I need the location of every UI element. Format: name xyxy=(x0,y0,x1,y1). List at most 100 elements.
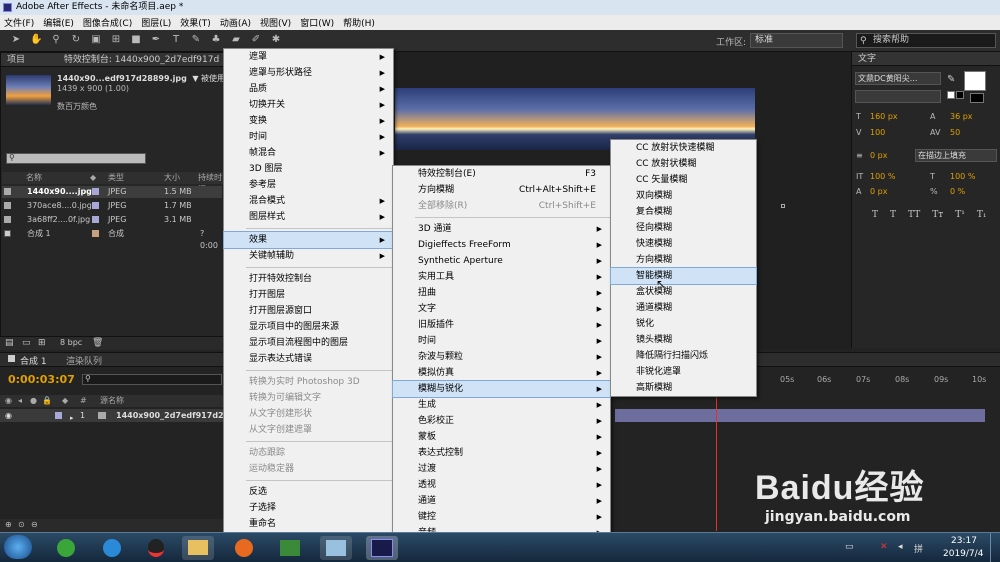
subscript-button[interactable]: T₁ xyxy=(977,210,987,220)
blur-menu-item-1[interactable]: CC 放射状模糊 xyxy=(611,156,756,172)
tab-composition[interactable]: 合成 1 xyxy=(20,354,47,367)
clock-time[interactable]: 23:17 xyxy=(951,536,977,546)
visibility-icon[interactable]: ◉ xyxy=(5,409,12,422)
layer-menu-item-5[interactable]: 时间 ▶ xyxy=(224,129,393,145)
effects-menu-item-8[interactable]: 扭曲 ▶ xyxy=(393,285,610,301)
toggle-modes-icon[interactable]: ⊙ xyxy=(18,520,25,529)
taskbar-firefox[interactable] xyxy=(228,536,260,560)
effects-menu-item-18[interactable]: 表达式控制 ▶ xyxy=(393,445,610,461)
tray-icon[interactable]: ▭ xyxy=(845,542,854,552)
layer-menu-item-3[interactable]: 切换开关 ▶ xyxy=(224,97,393,113)
taskbar-app[interactable] xyxy=(320,536,352,560)
menu-window[interactable]: 窗口(W) xyxy=(300,16,334,29)
effects-menu-item-1[interactable]: 方向模糊 Ctrl+Alt+Shift+E xyxy=(393,182,610,198)
taskbar-qq[interactable] xyxy=(140,536,172,560)
rotate-tool-icon[interactable]: ↻ xyxy=(70,34,82,46)
effects-menu-item-4[interactable]: 3D 通道 ▶ xyxy=(393,221,610,237)
clock-date[interactable]: 2019/7/4 xyxy=(943,549,983,559)
network-icon[interactable]: ✕ xyxy=(880,542,888,552)
effects-menu-item-15[interactable]: 生成 ▶ xyxy=(393,397,610,413)
effects-menu-item-17[interactable]: 蒙板 ▶ xyxy=(393,429,610,445)
hand-tool-icon[interactable]: ✋ xyxy=(30,34,42,46)
taskbar-video-editor[interactable] xyxy=(274,536,306,560)
eyedropper-icon[interactable]: ✎ xyxy=(947,74,955,85)
tracking-value[interactable]: 50 xyxy=(950,128,960,137)
show-desktop-button[interactable] xyxy=(990,533,1000,562)
puppet-pin-tool-icon[interactable]: ✱ xyxy=(270,34,282,46)
horizontal-scale-value[interactable]: 100 % xyxy=(950,172,975,181)
blur-menu-item-11[interactable]: 锐化 xyxy=(611,316,756,332)
layer-menu-item-19[interactable]: 显示项目流程图中的图层 xyxy=(224,335,393,351)
layer-menu-item-18[interactable]: 显示项目中的图层来源 xyxy=(224,319,393,335)
vertical-scale-value[interactable]: 100 % xyxy=(870,172,895,181)
stroke-style-select[interactable]: 在描边上填充 xyxy=(915,149,997,162)
layer-row[interactable]: ◉ ▸ 1 1440x900_2d7edf917d28 xyxy=(0,409,229,422)
layer-menu-item-2[interactable]: 品质 ▶ xyxy=(224,81,393,97)
layer-menu-item-8[interactable]: 参考层 xyxy=(224,177,393,193)
blur-menu-item-15[interactable]: 高斯模糊 xyxy=(611,380,756,396)
layer-menu-item-12[interactable]: 效果 ▶ xyxy=(223,231,394,249)
effects-menu-item-0[interactable]: 特效控制台(E) F3 xyxy=(393,166,610,182)
effects-menu-item-16[interactable]: 色彩校正 ▶ xyxy=(393,413,610,429)
list-item[interactable]: 3a68ff2....0f.jpg JPEG 3.1 MB xyxy=(2,214,222,226)
effects-menu-item-14[interactable]: 模糊与锐化 ▶ xyxy=(392,380,611,398)
all-caps-button[interactable]: TT xyxy=(908,210,920,220)
layer-menu-item-30[interactable]: 反选 xyxy=(224,484,393,500)
list-item[interactable]: 1440x90....jpg JPEG 1.5 MB xyxy=(2,186,222,198)
brush-tool-icon[interactable]: ✎ xyxy=(190,34,202,46)
text-tool-icon[interactable]: T xyxy=(170,34,182,46)
effects-menu-item-5[interactable]: Digieffects FreeForm ▶ xyxy=(393,237,610,253)
blur-menu-item-2[interactable]: CC 矢量模糊 xyxy=(611,172,756,188)
taskbar-media-player[interactable] xyxy=(96,536,128,560)
new-composition-icon[interactable]: ⊞ xyxy=(38,338,46,348)
layer-menu-item-7[interactable]: 3D 图层 xyxy=(224,161,393,177)
leading-value[interactable]: 36 px xyxy=(950,112,973,121)
col-size[interactable]: 大小 xyxy=(164,172,180,184)
workspace-select[interactable]: 标准 xyxy=(750,33,843,48)
selection-tool-icon[interactable]: ➤ xyxy=(10,34,22,46)
rectangle-tool-icon[interactable]: ■ xyxy=(130,34,142,46)
stroke-width-value[interactable]: 0 px xyxy=(870,151,887,160)
effects-menu-item-12[interactable]: 杂波与颗粒 ▶ xyxy=(393,349,610,365)
pan-behind-tool-icon[interactable]: ⊞ xyxy=(110,34,122,46)
kerning-value[interactable]: 100 xyxy=(870,128,885,137)
taskbar-explorer[interactable] xyxy=(182,536,214,560)
layer-handle[interactable] xyxy=(781,204,785,208)
menu-effect[interactable]: 效果(T) xyxy=(180,16,211,29)
pen-tool-icon[interactable]: ✒ xyxy=(150,34,162,46)
layer-menu-item-32[interactable]: 重命名 xyxy=(224,516,393,532)
new-folder-icon[interactable]: ▭ xyxy=(22,338,31,348)
layer-menu-item-9[interactable]: 混合模式 ▶ xyxy=(224,193,393,209)
effects-menu-item-22[interactable]: 键控 ▶ xyxy=(393,509,610,525)
layer-search-input[interactable]: ⚲ xyxy=(82,374,222,385)
eraser-tool-icon[interactable]: ▰ xyxy=(230,34,242,46)
blur-menu-item-0[interactable]: CC 放射状快速模糊 xyxy=(611,140,756,156)
tab-project[interactable]: 项目 xyxy=(7,55,25,65)
layer-menu-item-15[interactable]: 打开特效控制台 xyxy=(224,271,393,287)
superscript-button[interactable]: T¹ xyxy=(955,210,965,220)
blur-menu-item-13[interactable]: 降低隔行扫描闪烁 xyxy=(611,348,756,364)
clone-stamp-tool-icon[interactable]: ♣ xyxy=(210,34,222,46)
help-search-input[interactable]: ⚲ 搜索帮助 xyxy=(856,33,996,48)
menu-composition[interactable]: 图像合成(C) xyxy=(83,16,132,29)
interpret-footage-icon[interactable]: ▤ xyxy=(5,338,14,348)
col-type[interactable]: 类型 xyxy=(108,172,124,184)
input-method-icon[interactable]: 拼 xyxy=(914,542,923,555)
blur-menu-item-8[interactable]: 智能模糊 xyxy=(610,267,757,285)
small-caps-button[interactable]: Tт xyxy=(932,210,943,220)
blur-menu-item-7[interactable]: 方向模糊 xyxy=(611,252,756,268)
volume-icon[interactable]: ◂ xyxy=(898,542,903,552)
layer-menu-item-10[interactable]: 图层样式 ▶ xyxy=(224,209,393,225)
layer-menu-item-1[interactable]: 遮罩与形状路径 ▶ xyxy=(224,65,393,81)
taskbar-browser-360[interactable] xyxy=(50,536,82,560)
delete-icon[interactable]: 🗑 xyxy=(92,338,103,348)
tab-effect-controls[interactable]: 特效控制台: 1440x900_2d7edf917d xyxy=(64,55,219,65)
blur-menu-item-5[interactable]: 径向模糊 xyxy=(611,220,756,236)
effects-menu-item-7[interactable]: 实用工具 ▶ xyxy=(393,269,610,285)
blur-menu-item-12[interactable]: 镜头模糊 xyxy=(611,332,756,348)
col-name[interactable]: 名称 xyxy=(26,172,42,184)
list-item[interactable]: 370ace8....0.jpg JPEG 1.7 MB xyxy=(2,200,222,212)
blur-menu-item-10[interactable]: 通道模糊 xyxy=(611,300,756,316)
tsume-value[interactable]: 0 % xyxy=(950,187,965,196)
black-swatch[interactable] xyxy=(956,91,964,99)
